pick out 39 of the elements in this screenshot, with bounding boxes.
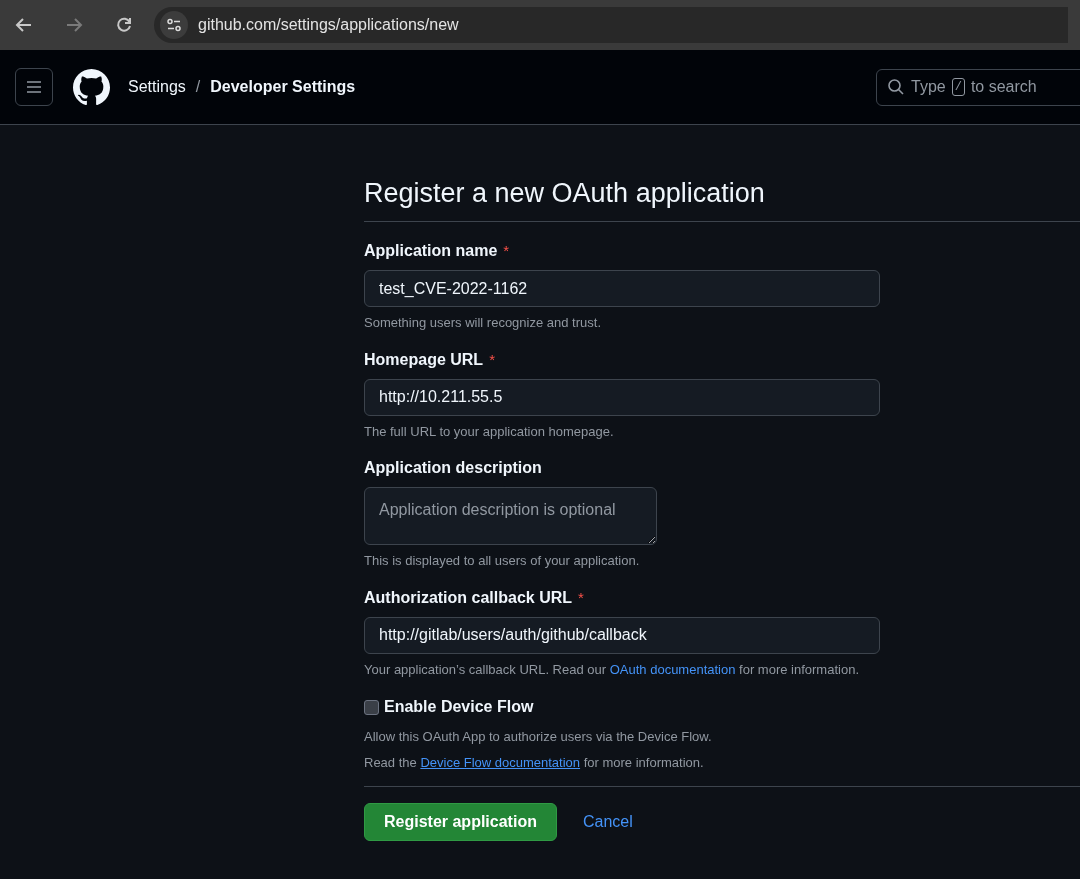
required-asterisk: *	[578, 587, 584, 608]
field-label: Application name	[364, 241, 498, 261]
help-text: Something users will recognize and trust.	[364, 314, 602, 332]
breadcrumb-separator: /	[195, 77, 201, 97]
text-field[interactable]: http://gitlab/users/auth/github/callback	[364, 616, 880, 654]
documentation-link[interactable]: OAuth documentation	[609, 661, 736, 677]
keyboard-key: /	[951, 78, 965, 96]
help-text: This is displayed to all users of your application.	[364, 552, 641, 570]
breadcrumb-link[interactable]: Developer Settings	[210, 75, 356, 99]
url-text: github.com/settings/applications/new	[198, 15, 459, 35]
required-asterisk: *	[489, 349, 495, 370]
text-field[interactable]: test_CVE-2022-1162	[364, 270, 880, 307]
menu-button[interactable]	[15, 68, 53, 106]
required-asterisk: *	[503, 241, 510, 261]
search-field[interactable]: Type / to search	[876, 68, 1080, 106]
breadcrumb-link[interactable]: Settings	[128, 75, 186, 99]
help-text: The full URL to your application homepage.	[364, 422, 615, 441]
page-title: Register a new OAuth application	[364, 173, 1080, 222]
documentation-link[interactable]: Device Flow documentation	[420, 754, 581, 770]
octocat-logo-icon[interactable]	[73, 68, 110, 106]
menu-icon	[26, 80, 42, 94]
search-placeholder: to search	[970, 77, 1037, 97]
search-placeholder: Type	[911, 77, 946, 97]
search-icon	[887, 78, 905, 96]
help-text: Allow this OAuth App to authorize users via the Device Flow.	[364, 728, 713, 746]
checkbox[interactable]	[364, 699, 379, 715]
field-label: Application description	[364, 458, 542, 478]
textarea-field[interactable]: Application description is optional	[364, 487, 657, 545]
help-text: Read the Device Flow documentation for more information.	[364, 753, 705, 772]
help-text: Your application’s callback URL. Read our OAuth documentation for more information.	[364, 660, 860, 679]
text-field[interactable]: http://10.211.55.5	[364, 378, 880, 416]
checkbox-label: Enable Device Flow	[384, 697, 534, 717]
address-bar[interactable]: github.com/settings/applications/new	[154, 7, 1068, 43]
cancel-link[interactable]: Cancel	[582, 810, 633, 834]
field-label: Homepage URL	[364, 349, 484, 370]
register-button[interactable]: Register application	[364, 803, 557, 841]
reload-icon[interactable]	[114, 15, 134, 35]
field-label: Authorization callback URL	[364, 587, 573, 608]
site-settings-icon[interactable]	[160, 11, 188, 39]
